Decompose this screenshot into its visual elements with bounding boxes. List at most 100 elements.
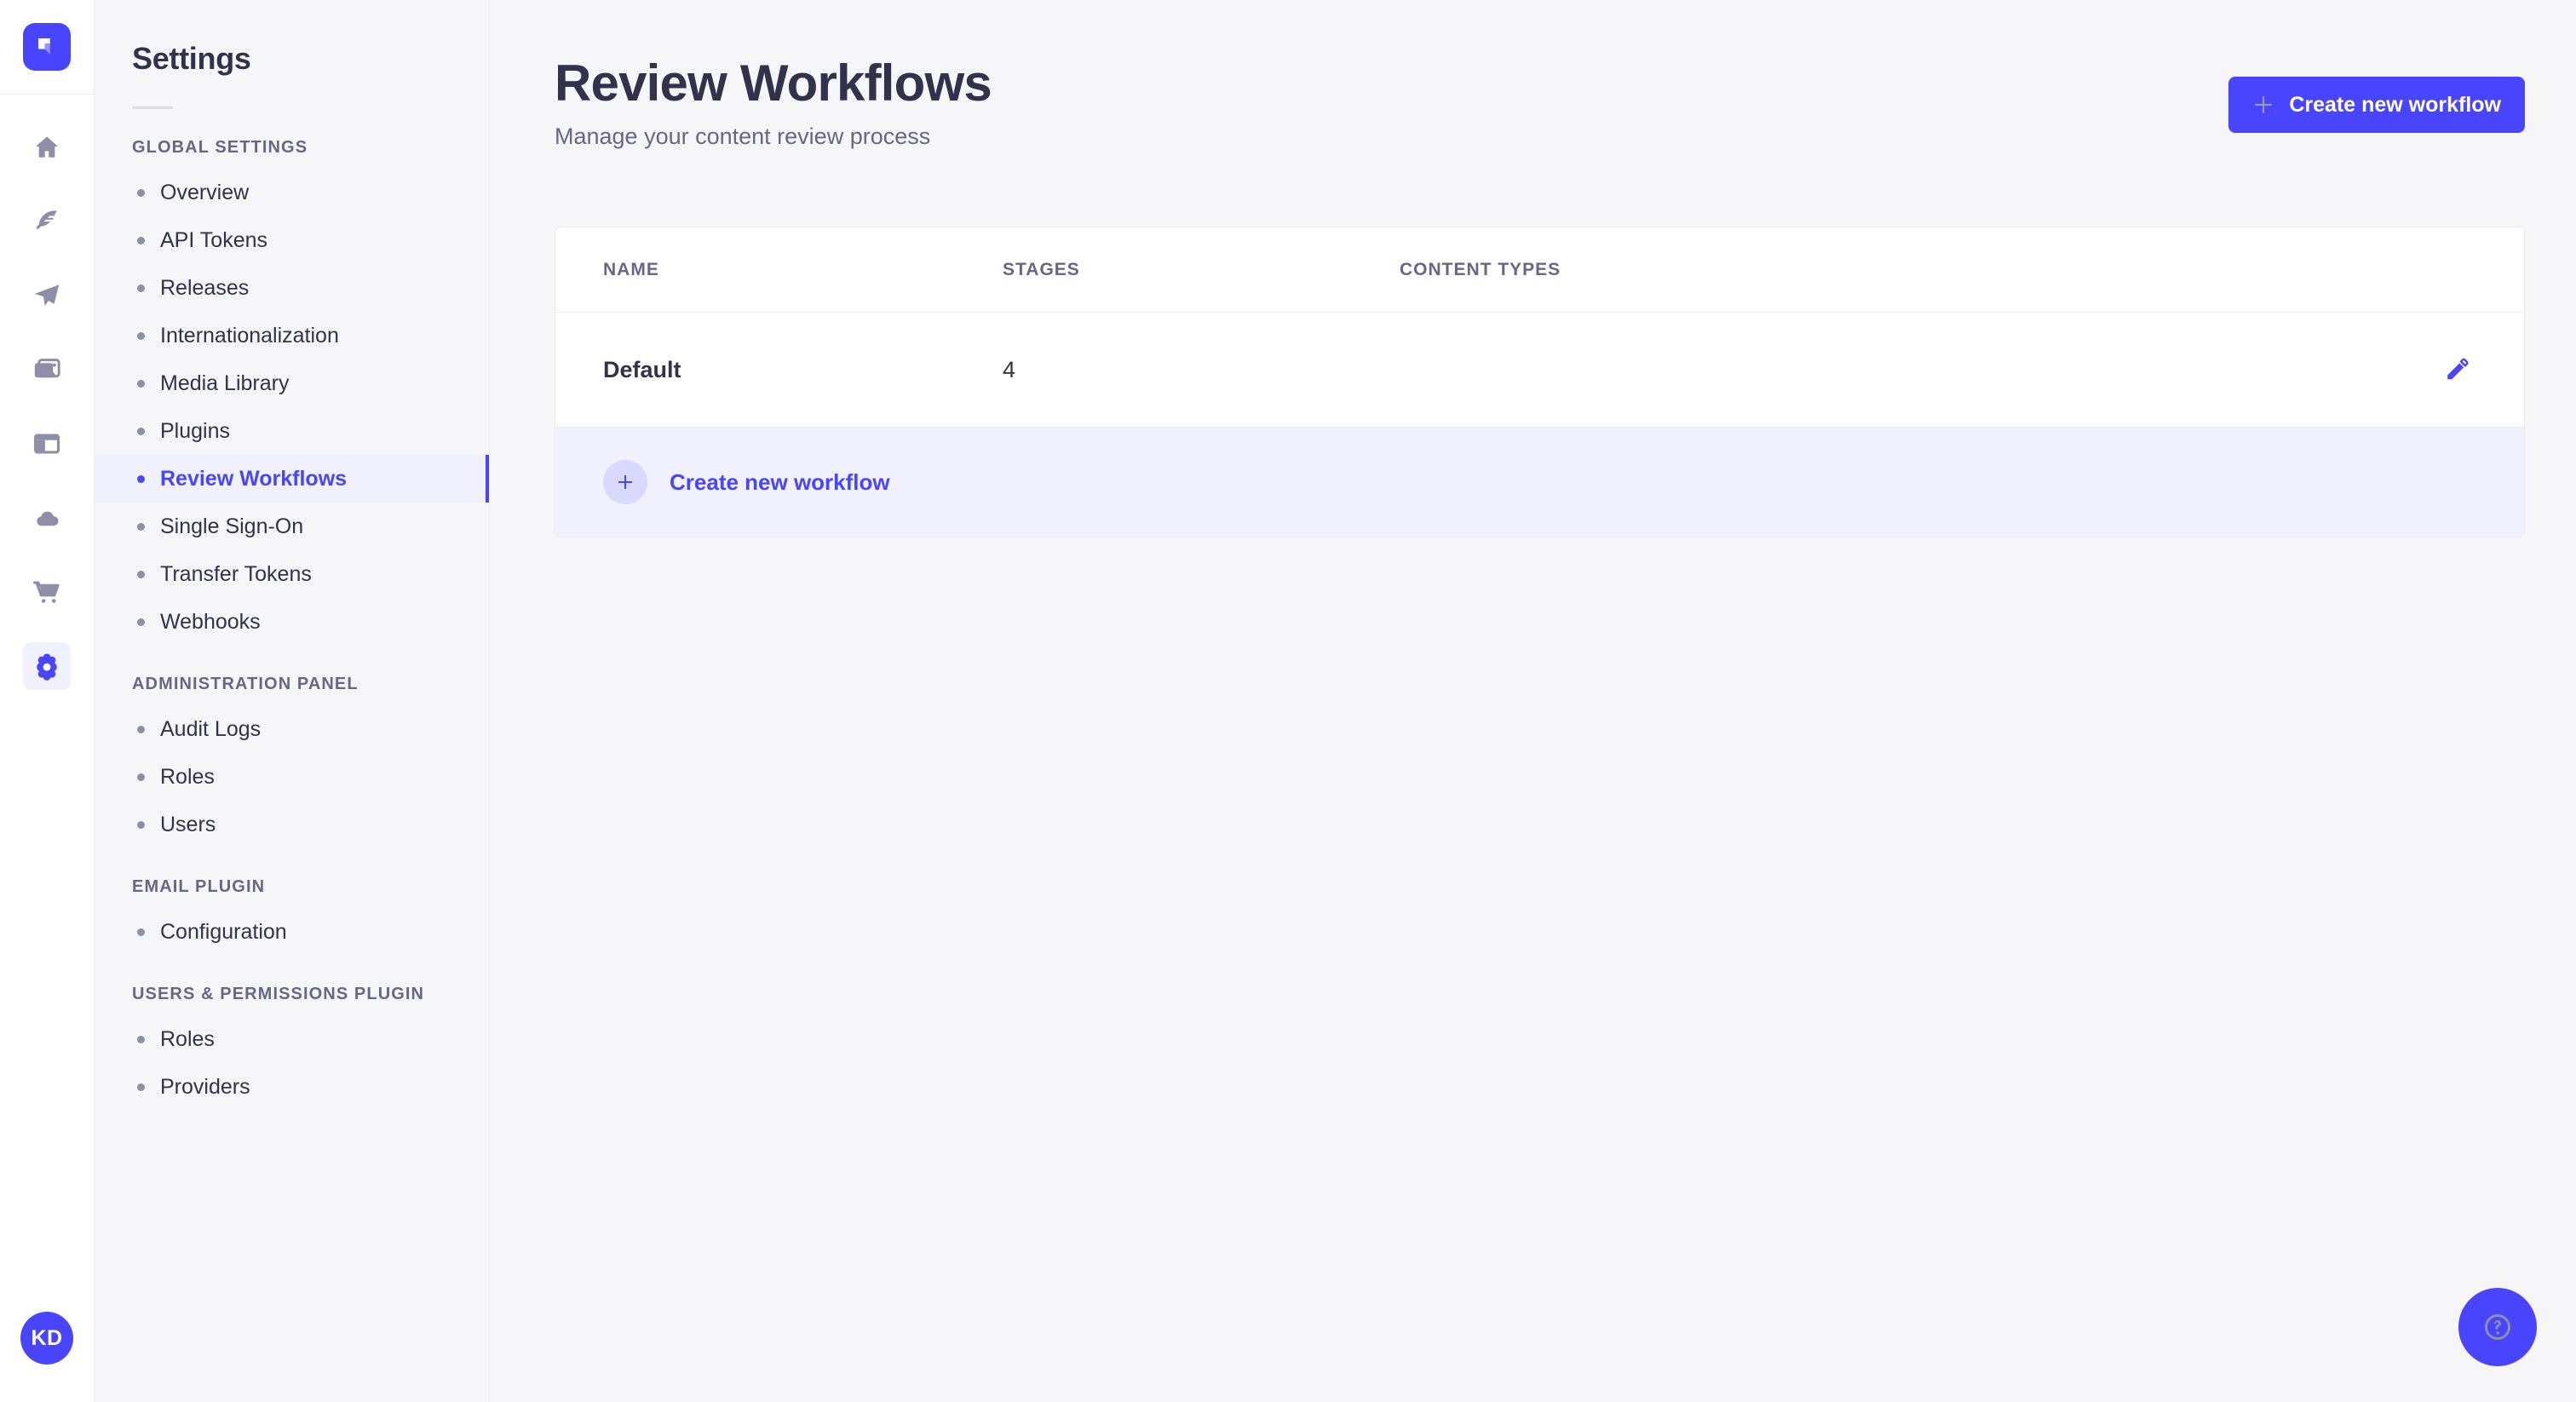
rail-item-home[interactable] [23,124,71,171]
shopping-cart-icon [33,581,60,603]
nav-section: EMAIL PLUGIN Configuration [95,877,489,956]
bullet-icon [137,284,145,292]
sidebar-item-label: Users [160,812,216,836]
nav-section-title: ADMINISTRATION PANEL [132,675,359,693]
sidebar-item-label: Roles [160,764,215,789]
page-title: Review Workflows [555,55,992,112]
subnav-sections: GLOBAL SETTINGS Overview API Tokens Release… [95,138,489,1111]
workflows-table: NAME STAGES CONTENT TYPES Default 4 [555,227,2524,427]
subnav-header: Settings [95,0,489,109]
app-root: KD Settings GLOBAL SETTINGS Overview API T… [0,0,2576,1402]
bullet-icon [137,820,145,829]
bullet-icon [137,928,145,936]
sidebar-item-label: Plugins [160,418,230,443]
page-subtitle: Manage your content review process [555,124,931,150]
cell-workflow-name: Default [603,356,681,382]
rail-item-content-type-builder[interactable] [23,272,71,319]
bullet-icon [137,1083,145,1091]
workflows-card: NAME STAGES CONTENT TYPES Default 4 Creat… [555,227,2525,538]
sidebar-item-label: Configuration [160,919,287,944]
sidebar-item-label: Internationalization [160,323,339,348]
avatar-zone: KD [0,1274,94,1402]
sidebar-item-configuration[interactable]: Configuration [95,908,489,956]
pencil-icon [2447,358,2469,380]
logo-zone [0,0,94,95]
edit-workflow-button[interactable] [2437,350,2476,389]
bullet-icon [137,427,145,435]
create-new-workflow-row[interactable]: Create new workflow [555,427,2524,537]
sidebar-item-releases[interactable]: Releases [95,264,489,312]
sidebar-item-roles[interactable]: Roles [95,753,489,801]
rail-icon-list [23,95,71,690]
rail-item-cloud[interactable] [23,494,71,542]
sidebar-item-internationalization[interactable]: Internationalization [95,312,489,359]
rail-item-marketplace[interactable] [23,568,71,616]
avatar[interactable]: KD [20,1312,73,1365]
home-icon [35,136,59,158]
page-header: Review Workflows Manage your content rev… [490,0,2576,150]
create-new-workflow-button[interactable]: Create new workflow [2228,77,2525,133]
nav-section: GLOBAL SETTINGS Overview API Tokens Release… [95,138,489,646]
sidebar-item-providers[interactable]: Providers [95,1063,489,1111]
table-header-row: NAME STAGES CONTENT TYPES [555,227,2524,313]
sidebar-item-transfer-tokens[interactable]: Transfer Tokens [95,550,489,598]
gear-icon [37,653,57,681]
main-content: Review Workflows Manage your content rev… [490,0,2576,1402]
help-button[interactable] [2458,1288,2537,1366]
table-head: NAME STAGES CONTENT TYPES [555,227,2524,313]
settings-subnav: Settings GLOBAL SETTINGS Overview API Toke… [95,0,490,1402]
sidebar-item-overview[interactable]: Overview [95,169,489,216]
cloud-icon [37,511,59,526]
sidebar-item-label: Releases [160,275,250,300]
rail-item-media-library[interactable] [23,346,71,394]
rail-item-content-manager[interactable] [23,198,71,245]
sidebar-item-label: Review Workflows [160,466,348,491]
plus-circle-icon [603,460,647,505]
sidebar-item-media-library[interactable]: Media Library [95,359,489,407]
bullet-icon [137,773,145,781]
sidebar-item-audit-logs[interactable]: Audit Logs [95,705,489,753]
plus-icon [2252,94,2274,116]
bullet-icon [137,331,145,340]
column-header-name: NAME [555,227,1003,313]
sidebar-item-label: Transfer Tokens [160,561,312,586]
sidebar-item-webhooks[interactable]: Webhooks [95,598,489,646]
sidebar-item-label: Audit Logs [160,716,262,741]
layout-icon [33,434,60,454]
subnav-divider [132,106,173,109]
images-icon [34,359,60,378]
bullet-icon [137,522,145,531]
create-new-workflow-button-label: Create new workflow [2289,92,2501,117]
sidebar-item-single-sign-on[interactable]: Single Sign-On [95,503,489,550]
bullet-icon [137,1035,145,1043]
create-new-workflow-row-label: Create new workflow [670,468,890,495]
cell-actions [2371,313,2524,428]
rail-item-pages[interactable] [23,420,71,468]
sidebar-item-label: Providers [160,1074,250,1099]
page-title-settings: Settings [132,41,251,76]
sidebar-item-plugins[interactable]: Plugins [95,407,489,455]
page-header-text: Review Workflows Manage your content rev… [555,55,992,150]
sidebar-item-review-workflows[interactable]: Review Workflows [95,455,489,503]
table-row[interactable]: Default 4 [555,313,2524,428]
main-nav-rail: KD [0,0,95,1402]
sidebar-item-label: Media Library [160,371,290,395]
sidebar-item-roles[interactable]: Roles [95,1015,489,1063]
sidebar-item-api-tokens[interactable]: API Tokens [95,216,489,264]
rail-item-settings[interactable] [23,642,71,690]
strapi-logo-icon[interactable] [23,23,71,71]
sidebar-item-label: API Tokens [160,227,268,252]
bullet-icon [137,570,145,578]
sidebar-item-label: Webhooks [160,609,261,634]
column-header-actions [2371,227,2524,313]
sidebar-item-users[interactable]: Users [95,801,489,848]
paper-plane-icon [34,284,60,306]
bullet-icon [137,725,145,733]
bullet-icon [137,474,145,483]
bullet-icon [137,618,145,626]
question-mark-circle-icon [2485,1314,2510,1340]
cell-stages-count: 4 [1003,356,1016,382]
nav-section-title: USERS & PERMISSIONS PLUGIN [132,985,425,1003]
table-body: Default 4 [555,313,2524,428]
column-header-stages: STAGES [1003,227,1400,313]
